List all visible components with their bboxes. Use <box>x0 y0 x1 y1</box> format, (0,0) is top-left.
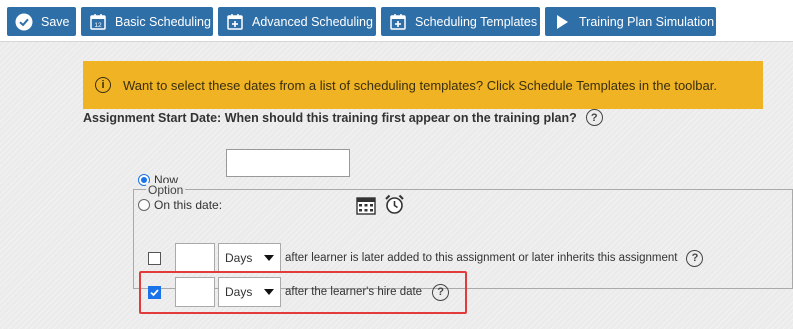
option-legend: Option <box>146 183 186 197</box>
option-added-checkbox[interactable] <box>148 251 161 265</box>
training-plan-simulation-button[interactable]: Training Plan Simulation <box>545 7 716 36</box>
svg-text:12: 12 <box>94 22 102 29</box>
start-date-question-text: Assignment Start Date: When should this … <box>83 110 577 125</box>
start-date-question: Assignment Start Date: When should this … <box>83 109 603 126</box>
scheduling-templates-label: Scheduling Templates <box>415 14 538 29</box>
banner-text: Want to select these dates from a list o… <box>123 77 717 93</box>
check-circle-icon <box>13 11 35 33</box>
advanced-scheduling-button[interactable]: Advanced Scheduling <box>218 7 376 36</box>
basic-scheduling-button[interactable]: 12 Basic Scheduling <box>81 7 213 36</box>
option-added-days-input[interactable] <box>175 243 215 273</box>
basic-scheduling-label: Basic Scheduling <box>115 14 211 29</box>
date-input[interactable] <box>226 149 350 177</box>
option-added-unit-select[interactable]: Days <box>218 243 281 273</box>
info-icon: i <box>95 77 111 93</box>
option-added-text: after learner is later added to this ass… <box>285 252 678 264</box>
info-banner: i Want to select these dates from a list… <box>83 61 763 109</box>
training-plan-simulation-label: Training Plan Simulation <box>579 14 715 29</box>
chevron-down-icon <box>264 255 274 261</box>
save-button[interactable]: Save <box>7 7 76 36</box>
calendar-12-icon: 12 <box>87 11 109 33</box>
option-row-added: Days after learner is later added to thi… <box>148 243 704 273</box>
option-added-unit-value: Days <box>225 251 253 265</box>
advanced-scheduling-label: Advanced Scheduling <box>252 14 373 29</box>
help-icon[interactable]: ? <box>585 109 603 126</box>
help-icon[interactable]: ? <box>686 249 704 267</box>
toolbar: Save 12 Basic Scheduling Advanced Schedu… <box>0 0 793 42</box>
highlight-box <box>139 271 467 314</box>
calendar-plus-icon <box>387 11 409 33</box>
scheduling-templates-button[interactable]: Scheduling Templates <box>381 7 540 36</box>
calendar-plus-icon <box>224 11 246 33</box>
play-icon <box>551 11 573 33</box>
save-label: Save <box>41 14 70 29</box>
